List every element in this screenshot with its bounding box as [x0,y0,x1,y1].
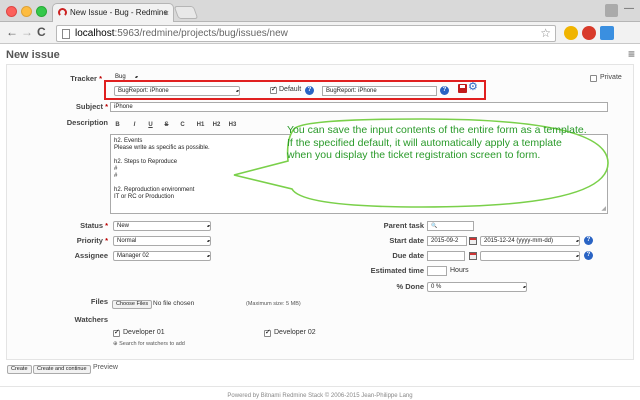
preview-link[interactable]: Preview [93,364,118,371]
create-button[interactable]: Create [7,365,32,374]
default-label: Default [279,86,302,93]
window-zoom-button[interactable] [36,6,47,17]
due-date-help-icon[interactable]: ? [584,251,593,260]
bold-button[interactable]: B [112,120,123,130]
browser-tab-bar: New Issue - Bug - Redmine × — [0,0,640,22]
url-path: :5963/redmine/projects/bug/issues/new [114,28,288,39]
file-status-text: No file chosen [153,300,195,307]
heading1-button[interactable]: H1 [195,120,206,130]
start-date-label: Start date [389,236,424,245]
description-label: Description [66,118,108,127]
description-line: # [114,173,118,179]
tab-close-icon[interactable]: × [164,4,169,22]
done-label: % Done [396,282,424,291]
create-and-continue-button[interactable]: Create and continue [33,365,91,374]
browser-tab-title: New Issue - Bug - Redmine [70,8,168,17]
forward-icon[interactable]: → [21,25,33,39]
search-icon: 🔍 [431,223,438,229]
choose-files-button[interactable]: Choose Files [112,300,153,309]
window-minimize-icon[interactable]: — [624,3,634,14]
start-date-help-icon[interactable]: ? [584,236,593,245]
calendar-icon[interactable] [469,252,477,260]
priority-label: Priority * [76,236,108,245]
priority-select[interactable]: Normal [113,236,211,246]
due-date-select[interactable] [480,251,580,261]
subject-input[interactable]: iPhone [110,102,608,112]
due-date-input[interactable] [427,251,465,261]
extension-red-icon[interactable] [582,26,596,40]
status-label: Status * [80,221,108,230]
extension-smiley-icon[interactable] [564,26,578,40]
watchers-label: Watchers [74,315,108,324]
tracker-label: Tracker * [70,74,102,83]
template-name-input[interactable]: BugReport: iPhone [322,86,437,96]
bookmark-star-icon[interactable]: ☆ [540,26,551,41]
search-watchers-link[interactable]: ⊕ Search for watchers to add [113,341,185,347]
footer-text: Powered by Bitnami Redmine Stack © 2006-… [227,393,413,399]
watcher-name: Developer 02 [274,329,316,336]
description-line: h2. Steps to Reproduce [114,159,178,165]
estimated-time-label: Estimated time [370,266,424,275]
files-label: Files [90,297,108,306]
italic-button[interactable]: I [129,120,140,130]
default-checkbox[interactable] [270,85,277,94]
description-line: IT or RC or Production [114,194,174,200]
description-line: h2. Reproduction environment [114,187,195,193]
watcher-checkbox[interactable] [113,328,120,337]
subject-label: Subject * [75,102,108,111]
start-date-select[interactable]: 2015-12-24 (yyyy-mm-dd) [480,236,580,246]
browser-menu-icon[interactable]: ≡ [628,48,635,60]
url-host: localhost [75,28,115,39]
estimated-time-input[interactable] [427,266,447,276]
calendar-icon[interactable] [469,237,477,245]
heading2-button[interactable]: H2 [211,120,222,130]
code-button[interactable]: C [177,120,188,130]
max-size-text: (Maximum size: 5 MB) [246,301,301,307]
description-line: Please write as specific as possible. [114,145,210,151]
assignee-label: Assignee [74,251,108,260]
gear-icon[interactable]: ⚙ [468,82,478,93]
due-date-label: Due date [392,251,424,260]
done-select[interactable]: 0 % [427,282,527,292]
profile-icon[interactable] [605,4,618,17]
hours-label: Hours [450,267,469,274]
template-help-icon[interactable]: ? [440,86,449,95]
save-template-icon[interactable] [458,84,467,93]
start-date-input[interactable]: 2015-09-2 [427,236,467,246]
watcher-checkbox[interactable] [264,328,271,337]
redmine-favicon-icon [58,8,67,17]
default-help-icon[interactable]: ? [305,86,314,95]
window-close-button[interactable] [6,6,17,17]
new-tab-button[interactable] [173,6,199,19]
extension-blue-icon[interactable] [600,26,614,40]
page-icon [62,29,70,39]
private-label: Private [600,74,622,81]
page-title: New issue [6,49,60,61]
callout-text: You can save the input contents of the e… [287,124,587,161]
address-bar[interactable]: localhost:5963/redmine/projects/bug/issu… [56,25,556,42]
template-select[interactable]: BugReport: iPhone [114,86,240,96]
reload-icon[interactable]: C [37,25,46,39]
status-select[interactable]: New [113,221,211,231]
parent-task-input[interactable]: 🔍 [427,221,474,231]
strike-button[interactable]: S [161,120,172,130]
private-checkbox[interactable] [590,75,597,82]
assignee-select[interactable]: Manager 02 [113,251,211,261]
underline-button[interactable]: U [145,120,156,130]
back-icon[interactable]: ← [6,25,18,39]
description-line: h2. Events [114,138,143,144]
browser-tab[interactable]: New Issue - Bug - Redmine × [52,3,174,22]
watcher-name: Developer 01 [123,329,165,336]
parent-task-label: Parent task [383,221,424,230]
address-toolbar: ← → C localhost:5963/redmine/projects/bu… [0,22,640,60]
description-line: # [114,166,118,172]
window-minimize-button[interactable] [21,6,32,17]
